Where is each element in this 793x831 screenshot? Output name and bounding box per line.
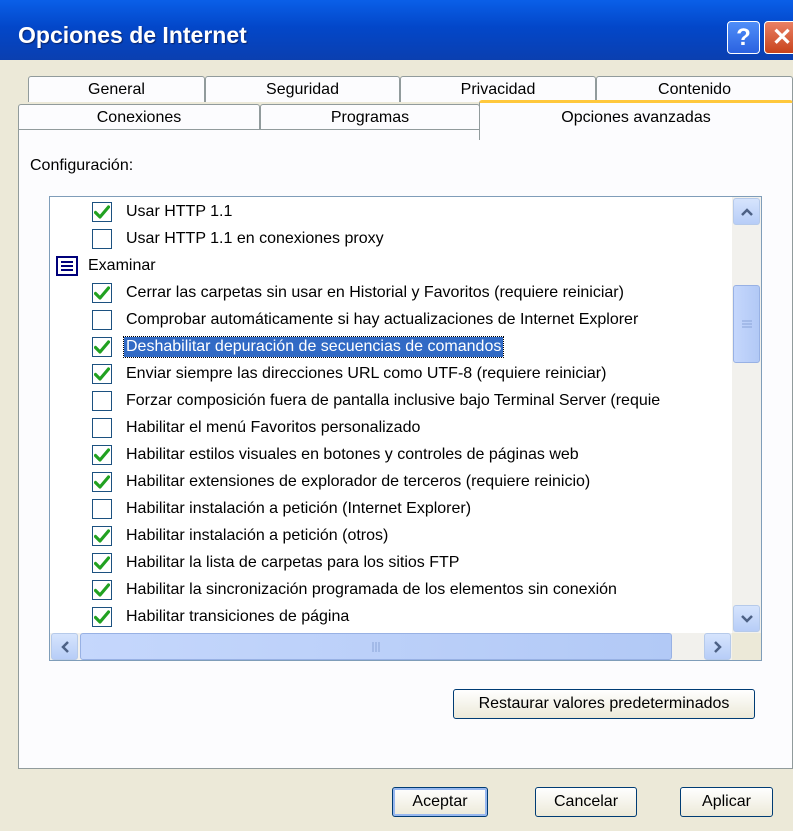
- settings-item-label: Habilitar instalación a petición (otros): [126, 527, 389, 544]
- ok-button[interactable]: Aceptar: [392, 787, 488, 817]
- apply-button[interactable]: Aplicar: [680, 787, 773, 817]
- settings-checkbox[interactable]: [92, 418, 112, 438]
- scroll-up-button[interactable]: [733, 198, 760, 225]
- vertical-scroll-thumb[interactable]: [733, 285, 760, 363]
- settings-item[interactable]: Habilitar la sincronización programada d…: [92, 577, 619, 603]
- tab-privacidad[interactable]: Privacidad: [400, 76, 596, 102]
- settings-item[interactable]: Habilitar instalación a petición (otros): [92, 523, 390, 549]
- settings-checkbox[interactable]: [92, 283, 112, 303]
- chevron-left-icon: [60, 640, 69, 653]
- settings-checkbox[interactable]: [92, 472, 112, 492]
- settings-checkbox[interactable]: [92, 310, 112, 330]
- tab-contenido[interactable]: Contenido: [596, 76, 793, 102]
- settings-item-label: Habilitar el menú Favoritos personalizad…: [126, 419, 421, 436]
- scroll-right-button[interactable]: [704, 633, 731, 660]
- settings-item[interactable]: Forzar composición fuera de pantalla inc…: [92, 388, 662, 414]
- settings-item[interactable]: Habilitar estilos visuales en botones y …: [92, 442, 581, 468]
- settings-item[interactable]: Habilitar transiciones de página: [92, 604, 351, 630]
- settings-item-label: Cerrar las carpetas sin usar en Historia…: [126, 284, 624, 301]
- settings-item[interactable]: Cerrar las carpetas sin usar en Historia…: [92, 280, 626, 306]
- settings-item-label: Habilitar transiciones de página: [126, 608, 350, 625]
- settings-checkbox[interactable]: [92, 391, 112, 411]
- chevron-up-icon: [740, 207, 753, 216]
- settings-checkbox[interactable]: [92, 202, 112, 222]
- settings-item-label: Deshabilitar depuración de secuencias de…: [122, 336, 505, 358]
- settings-item-label: Comprobar automáticamente si hay actuali…: [126, 311, 639, 328]
- settings-item[interactable]: Usar HTTP 1.1 en conexiones proxy: [92, 226, 386, 252]
- settings-label: Configuración:: [30, 157, 134, 174]
- settings-list[interactable]: Usar HTTP 1.1 Usar HTTP 1.1 en conexiones…: [49, 196, 762, 661]
- settings-item-label: Habilitar extensiones de explorador de t…: [126, 473, 591, 490]
- settings-item-label: Forzar composición fuera de pantalla inc…: [126, 392, 661, 409]
- grip-icon: [741, 320, 752, 328]
- vertical-scrollbar[interactable]: [732, 197, 761, 633]
- settings-item-label: Examinar: [88, 257, 156, 274]
- cancel-button[interactable]: Cancelar: [535, 787, 637, 817]
- close-button[interactable]: ✕: [764, 21, 793, 54]
- horizontal-scrollbar[interactable]: [50, 633, 732, 660]
- settings-item-label: Habilitar estilos visuales en botones y …: [126, 446, 579, 463]
- help-button[interactable]: ?: [727, 21, 760, 54]
- settings-checkbox[interactable]: [92, 337, 112, 357]
- tab-conexiones[interactable]: Conexiones: [18, 104, 260, 130]
- settings-item-label: Habilitar instalación a petición (Intern…: [126, 500, 472, 517]
- settings-checkbox[interactable]: [92, 580, 112, 600]
- tab-programas[interactable]: Programas: [260, 104, 480, 130]
- tab-seguridad[interactable]: Seguridad: [205, 76, 400, 102]
- settings-item[interactable]: Habilitar instalación a petición (Intern…: [92, 496, 473, 522]
- scroll-down-button[interactable]: [733, 605, 760, 632]
- settings-item[interactable]: Enviar siempre las direcciones URL como …: [92, 361, 608, 387]
- settings-checkbox[interactable]: [92, 445, 112, 465]
- settings-item[interactable]: Deshabilitar depuración de secuencias de…: [92, 334, 505, 360]
- tab-opciones-avanzadas[interactable]: Opciones avanzadas: [479, 100, 793, 140]
- title-bar: Opciones de Internet ? ✕: [0, 0, 793, 60]
- settings-checkbox[interactable]: [92, 229, 112, 249]
- tab-general[interactable]: General: [28, 76, 205, 102]
- settings-group[interactable]: Examinar: [56, 253, 158, 279]
- settings-item[interactable]: Habilitar la lista de carpetas para los …: [92, 550, 461, 576]
- settings-item[interactable]: Habilitar extensiones de explorador de t…: [92, 469, 592, 495]
- restore-defaults-button[interactable]: Restaurar valores predeterminados: [453, 689, 755, 719]
- grip-icon: [372, 641, 380, 652]
- scrollbar-corner: [732, 633, 761, 660]
- settings-item-label: Usar HTTP 1.1: [126, 203, 233, 220]
- chevron-down-icon: [740, 614, 753, 623]
- list-group-icon: [56, 256, 78, 276]
- settings-checkbox[interactable]: [92, 607, 112, 627]
- scroll-left-button[interactable]: [51, 633, 78, 660]
- settings-item-label: Usar HTTP 1.1 en conexiones proxy: [126, 230, 384, 247]
- settings-item[interactable]: Usar HTTP 1.1: [92, 199, 234, 225]
- settings-item[interactable]: Comprobar automáticamente si hay actuali…: [92, 307, 640, 333]
- settings-checkbox[interactable]: [92, 364, 112, 384]
- settings-item-label: Habilitar la sincronización programada d…: [126, 581, 617, 598]
- window-title: Opciones de Internet: [18, 22, 247, 48]
- settings-checkbox[interactable]: [92, 526, 112, 546]
- settings-item-label: Enviar siempre las direcciones URL como …: [126, 365, 607, 382]
- chevron-right-icon: [713, 640, 722, 653]
- settings-checkbox[interactable]: [92, 553, 112, 573]
- horizontal-scroll-thumb[interactable]: [80, 633, 672, 660]
- settings-item[interactable]: Habilitar el menú Favoritos personalizad…: [92, 415, 422, 441]
- settings-item-label: Habilitar la lista de carpetas para los …: [126, 554, 460, 571]
- settings-checkbox[interactable]: [92, 499, 112, 519]
